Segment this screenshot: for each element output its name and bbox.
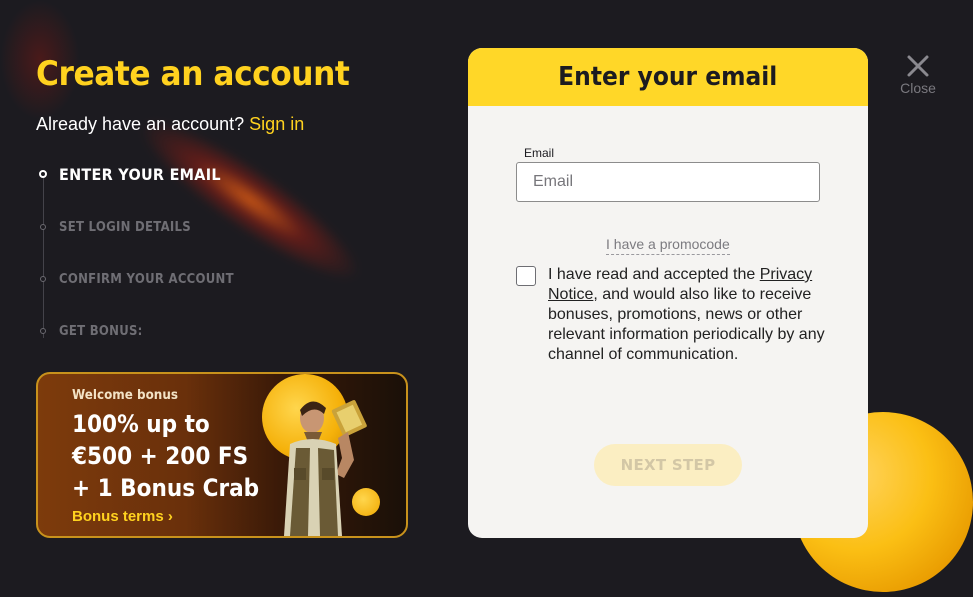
welcome-bonus-card: Welcome bonus 100% up to €500 + 200 FS +… xyxy=(36,372,408,538)
bonus-offer: 100% up to €500 + 200 FS + 1 Bonus Crab xyxy=(72,408,279,504)
step-set-login-details: SET LOGIN DETAILS xyxy=(38,217,206,237)
next-step-button[interactable]: NEXT STEP xyxy=(594,444,742,486)
promocode-link[interactable]: I have a promocode xyxy=(606,236,730,255)
consent-text-start: I have read and accepted the xyxy=(548,266,760,283)
bonus-offer-line: + 1 Bonus Crab xyxy=(72,474,260,502)
steps-connector-line xyxy=(43,178,44,338)
step-dot-icon xyxy=(40,276,46,282)
signin-prompt: Already have an account? Sign in xyxy=(36,114,304,135)
bonus-heading: Welcome bonus xyxy=(72,388,178,403)
step-label: GET BONUS: xyxy=(59,323,143,339)
step-enter-email: ENTER YOUR EMAIL xyxy=(38,164,239,184)
close-icon xyxy=(907,55,929,77)
signin-link[interactable]: Sign in xyxy=(249,114,304,134)
step-get-bonus: GET BONUS: xyxy=(38,321,152,341)
consent-row: I have read and accepted the Privacy Not… xyxy=(516,265,826,365)
explorer-character-image xyxy=(284,400,367,536)
modal-header: Enter your email xyxy=(468,48,868,106)
page-title: Create an account xyxy=(36,54,350,94)
bonus-offer-line: 100% up to xyxy=(72,410,210,438)
email-field[interactable] xyxy=(516,162,820,202)
bonus-terms-link[interactable]: Bonus terms › xyxy=(72,508,173,525)
email-step-modal: Enter your email Email I have a promocod… xyxy=(468,48,868,538)
step-label: SET LOGIN DETAILS xyxy=(59,219,191,235)
consent-checkbox[interactable] xyxy=(516,266,536,286)
email-label: Email xyxy=(524,146,555,160)
bonus-offer-line: €500 + 200 FS xyxy=(72,442,249,470)
signin-prompt-text: Already have an account? xyxy=(36,114,245,134)
close-label: Close xyxy=(900,80,936,96)
step-dot-icon xyxy=(40,224,46,230)
step-dot-icon xyxy=(39,170,47,178)
step-confirm-account: CONFIRM YOUR ACCOUNT xyxy=(38,269,253,289)
consent-text: I have read and accepted the Privacy Not… xyxy=(548,265,826,365)
step-label: ENTER YOUR EMAIL xyxy=(59,164,221,184)
modal-title: Enter your email xyxy=(558,62,778,92)
step-label: CONFIRM YOUR ACCOUNT xyxy=(59,271,234,287)
step-dot-icon xyxy=(40,328,46,334)
close-button[interactable]: Close xyxy=(899,54,937,96)
